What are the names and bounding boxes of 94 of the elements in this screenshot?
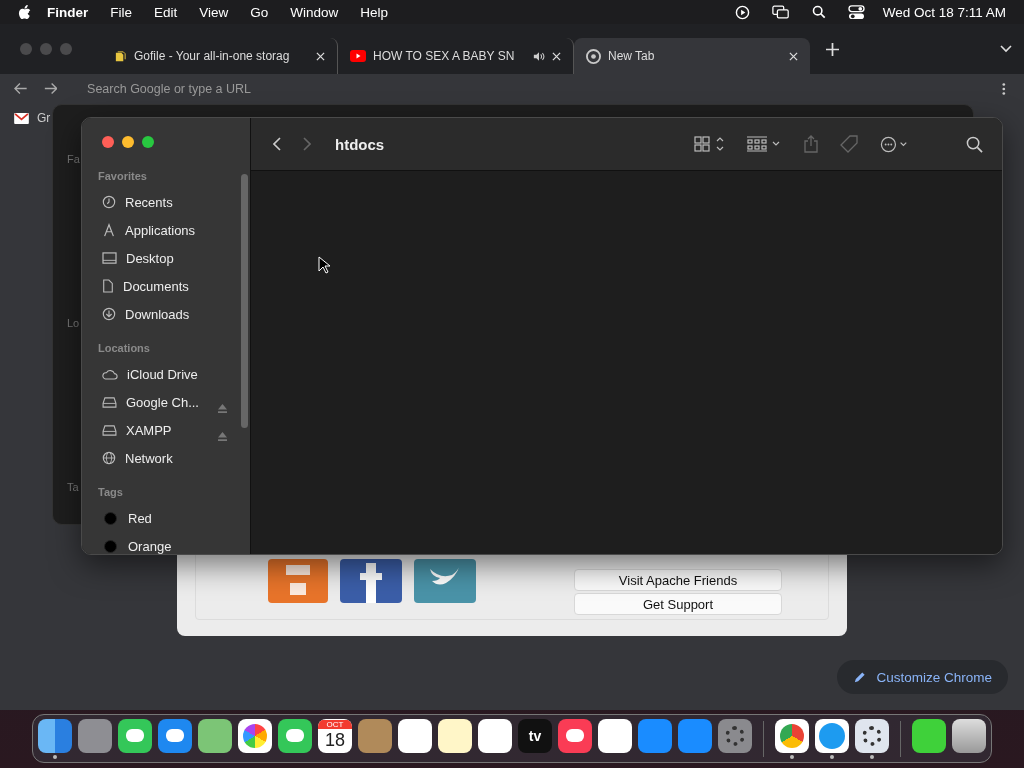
clock-icon (102, 195, 116, 209)
sidebar-heading: Favorites (98, 170, 148, 184)
drive-icon (102, 396, 117, 408)
close-icon[interactable] (316, 51, 325, 61)
tab-title: New Tab (608, 49, 656, 63)
icon-view-icon[interactable] (694, 136, 724, 152)
menu-item[interactable]: View (199, 4, 229, 20)
drive-icon (102, 424, 117, 436)
tv-label: tv (528, 727, 542, 744)
globe-icon (102, 451, 116, 465)
menu-item[interactable]: File (110, 4, 133, 20)
speaker-icon[interactable] (533, 50, 545, 62)
monitor-icon (102, 251, 117, 265)
forward-chevron-icon (303, 137, 311, 151)
back-chevron-icon[interactable] (273, 137, 281, 151)
sidebar-item[interactable]: Downloads (98, 300, 228, 328)
window-title: htdocs (335, 135, 385, 153)
calendar-icon[interactable]: OCT 18 (318, 718, 352, 753)
sidebar-item[interactable]: Documents (98, 272, 228, 300)
apps-icon (102, 223, 116, 237)
bird-icon[interactable] (414, 559, 476, 603)
tab-title: Gofile - Your all-in-one storag (134, 49, 291, 63)
share-icon (804, 135, 818, 153)
sidebar-heading: Fa (67, 153, 80, 167)
running-indicator (790, 754, 794, 759)
calendar-month: OCT (318, 720, 352, 729)
menu-item[interactable]: Go (250, 4, 269, 20)
close-button[interactable] (102, 136, 114, 148)
minimize-button[interactable] (122, 136, 134, 148)
zoom-button[interactable] (142, 136, 154, 148)
action-button[interactable]: Visit Apache Friends (574, 569, 782, 591)
app-icon[interactable] (912, 718, 946, 753)
file-favicon-icon (114, 49, 127, 63)
sidebar-item[interactable]: iCloud Drive (98, 360, 228, 388)
social-f-icon[interactable] (340, 559, 402, 603)
play-favicon-icon (350, 50, 366, 62)
eject-icon[interactable] (217, 431, 228, 441)
close-icon[interactable] (552, 51, 561, 61)
sidebar-item[interactable]: Orange (98, 532, 228, 554)
apple-logo-icon[interactable] (18, 4, 31, 20)
sidebar-heading: Ta (67, 481, 80, 495)
document-icon (102, 279, 114, 293)
group-icon[interactable] (746, 136, 782, 152)
address-field[interactable]: Search Google or type a URL (73, 76, 971, 101)
pencil-icon (853, 670, 867, 684)
search-icon[interactable] (966, 135, 983, 153)
trash-icon[interactable] (952, 718, 986, 753)
eject-icon[interactable] (217, 403, 228, 413)
menu-item[interactable]: Help (360, 4, 389, 20)
plus-icon[interactable] (826, 42, 839, 56)
sidebar-heading: Locations (98, 342, 151, 356)
chrome-favicon-icon (586, 48, 601, 64)
mouse-cursor-icon (318, 256, 330, 274)
sidebar-item[interactable]: Recents (98, 188, 228, 216)
play-circle-icon[interactable] (734, 4, 750, 20)
tab-title: HOW TO SEX A BABY SN (373, 49, 516, 63)
forward-arrow-icon[interactable] (43, 82, 58, 95)
back-arrow-icon[interactable] (14, 82, 28, 95)
running-indicator (53, 754, 57, 759)
menu-bar-clock[interactable]: Wed Oct 18 7:11 AM (882, 4, 1006, 20)
calendar-day: 18 (325, 729, 345, 751)
menu-item[interactable]: Window (290, 4, 339, 20)
tag-icon (840, 135, 858, 153)
tv-icon[interactable]: tv (518, 718, 552, 753)
sidebar-item[interactable]: Desktop (98, 244, 228, 272)
chat-bubble-icon[interactable] (118, 718, 152, 753)
menu-item[interactable]: Edit (154, 4, 178, 20)
bookmark-link[interactable]: Gr (37, 111, 51, 125)
menu-dots-icon[interactable] (1002, 81, 1006, 96)
flower-icon[interactable] (238, 718, 272, 753)
download-icon (102, 307, 116, 321)
scrollbar[interactable] (241, 174, 248, 428)
cloud-icon (102, 368, 118, 380)
close-icon[interactable] (789, 51, 798, 61)
running-indicator (830, 754, 834, 759)
action-button[interactable]: Get Support (574, 593, 782, 615)
sidebar-item[interactable]: Applications (98, 216, 228, 244)
customize-chrome-button[interactable]: Customize Chrome (837, 660, 1008, 694)
sidebar-item[interactable]: Google Ch... (98, 388, 228, 416)
gear-icon[interactable] (855, 718, 889, 753)
search-icon[interactable] (811, 5, 826, 19)
sidebar-item[interactable]: Network (98, 444, 228, 472)
browser-tab[interactable]: New Tab (574, 38, 810, 74)
sidebar-heading: Tags (98, 486, 124, 500)
browser-icon[interactable] (775, 718, 809, 753)
screen-mirroring-icon[interactable] (771, 4, 790, 20)
settings-icon[interactable] (718, 718, 752, 753)
menu-item[interactable]: Finder (47, 4, 89, 20)
running-indicator (870, 754, 874, 759)
sidebar-item[interactable]: Red (98, 504, 228, 532)
sidebar-heading: Lo (67, 317, 80, 331)
control-center-icon[interactable] (847, 4, 865, 20)
sidebar-item[interactable]: XAMPP (98, 416, 228, 444)
chevron-down-icon[interactable] (1000, 45, 1012, 53)
